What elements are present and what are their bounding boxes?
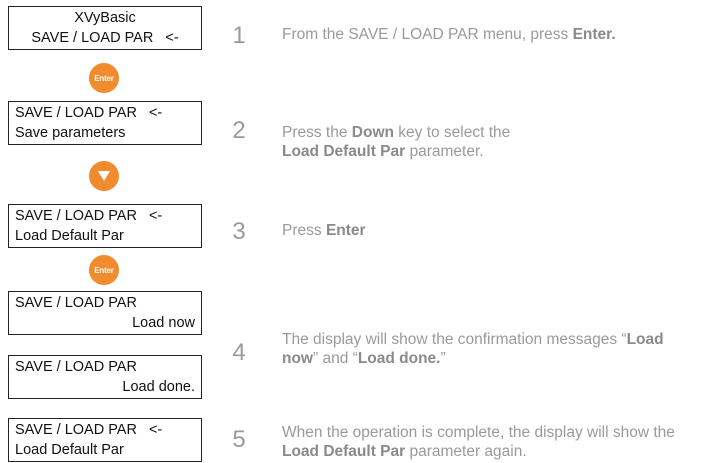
- lcd-cursor: <-: [148, 208, 163, 224]
- lcd-line-2: Load Default Par: [15, 440, 195, 460]
- lcd-display-2: SAVE / LOAD PAR <- Save parameters: [8, 101, 202, 145]
- lcd-line-2: Load Default Par: [15, 226, 195, 246]
- enter-key-label: Enter: [94, 265, 114, 275]
- text: From the SAVE / LOAD PAR menu, press: [282, 26, 573, 43]
- lcd-line-2: Load done.: [15, 377, 195, 397]
- lcd-display-4: SAVE / LOAD PAR Load now: [8, 291, 202, 335]
- text: Press the: [282, 124, 352, 141]
- lcd-text: XVyBasic: [74, 10, 136, 26]
- lcd-text: Load now: [132, 315, 195, 331]
- enter-key-label: Enter: [94, 73, 114, 83]
- text-bold: Enter.: [572, 26, 616, 43]
- text: ”: [440, 350, 446, 367]
- lcd-cursor: <-: [148, 422, 163, 438]
- text-bold: Enter: [325, 222, 366, 239]
- text-bold: Load done.: [357, 350, 441, 367]
- step-number-3: 3: [232, 218, 246, 245]
- lcd-display-6: SAVE / LOAD PAR <- Load Default Par: [8, 418, 202, 462]
- lcd-text: SAVE / LOAD PAR: [15, 422, 137, 438]
- text: parameter.: [405, 143, 484, 160]
- lcd-text: Load Default Par: [15, 442, 124, 458]
- lcd-text: SAVE / LOAD PAR: [31, 30, 154, 46]
- lcd-line-1: SAVE / LOAD PAR: [15, 293, 195, 313]
- lcd-display-1: XVyBasic SAVE / LOAD PAR <-: [8, 6, 202, 50]
- text-bold: Load Default Par: [282, 443, 406, 460]
- lcd-text: SAVE / LOAD PAR: [15, 105, 137, 121]
- text: When the operation is complete, the disp…: [282, 424, 675, 441]
- step-text-5: When the operation is complete, the disp…: [282, 423, 704, 461]
- step-number-5: 5: [232, 426, 246, 453]
- lcd-line-2: Save parameters: [15, 123, 195, 143]
- text: ” and “: [313, 350, 358, 367]
- enter-key-icon: Enter: [89, 63, 119, 93]
- step-text-1: From the SAVE / LOAD PAR menu, press Ent…: [282, 25, 704, 44]
- down-triangle-icon: [98, 171, 110, 181]
- text-bold: Load Default Par: [282, 143, 406, 160]
- step-number-1: 1: [232, 22, 246, 49]
- lcd-line-1: XVyBasic: [15, 8, 195, 28]
- lcd-line-1: SAVE / LOAD PAR <-: [15, 420, 195, 440]
- lcd-text: SAVE / LOAD PAR: [15, 295, 137, 311]
- text: parameter again.: [405, 443, 527, 460]
- step-text-4: The display will show the confirmation m…: [282, 330, 704, 368]
- lcd-line-1: SAVE / LOAD PAR <-: [15, 103, 195, 123]
- lcd-line-1: SAVE / LOAD PAR <-: [15, 206, 195, 226]
- text: Press: [282, 222, 326, 239]
- lcd-cursor: <-: [165, 30, 179, 46]
- lcd-text: Load Default Par: [15, 228, 124, 244]
- lcd-display-5: SAVE / LOAD PAR Load done.: [8, 355, 202, 399]
- lcd-text: SAVE / LOAD PAR: [15, 359, 137, 375]
- text: The display will show the confirmation m…: [282, 331, 627, 348]
- lcd-cursor: <-: [148, 105, 163, 121]
- lcd-line-1: SAVE / LOAD PAR: [15, 357, 195, 377]
- lcd-line-2: SAVE / LOAD PAR <-: [15, 28, 195, 48]
- down-arrow-icon: [89, 161, 119, 191]
- text-bold: Down: [351, 124, 394, 141]
- step-number-2: 2: [232, 117, 246, 144]
- step-text-3: Press Enter: [282, 221, 704, 240]
- lcd-text: Load done.: [122, 379, 195, 395]
- step-text-2: Press the Down key to select the Load De…: [282, 123, 704, 161]
- text: key to select the: [393, 124, 511, 141]
- enter-key-icon: Enter: [89, 255, 119, 285]
- lcd-display-3: SAVE / LOAD PAR <- Load Default Par: [8, 204, 202, 248]
- step-number-4: 4: [232, 339, 246, 366]
- lcd-text: Save parameters: [15, 125, 126, 141]
- lcd-line-2: Load now: [15, 313, 195, 333]
- lcd-text: SAVE / LOAD PAR: [15, 208, 137, 224]
